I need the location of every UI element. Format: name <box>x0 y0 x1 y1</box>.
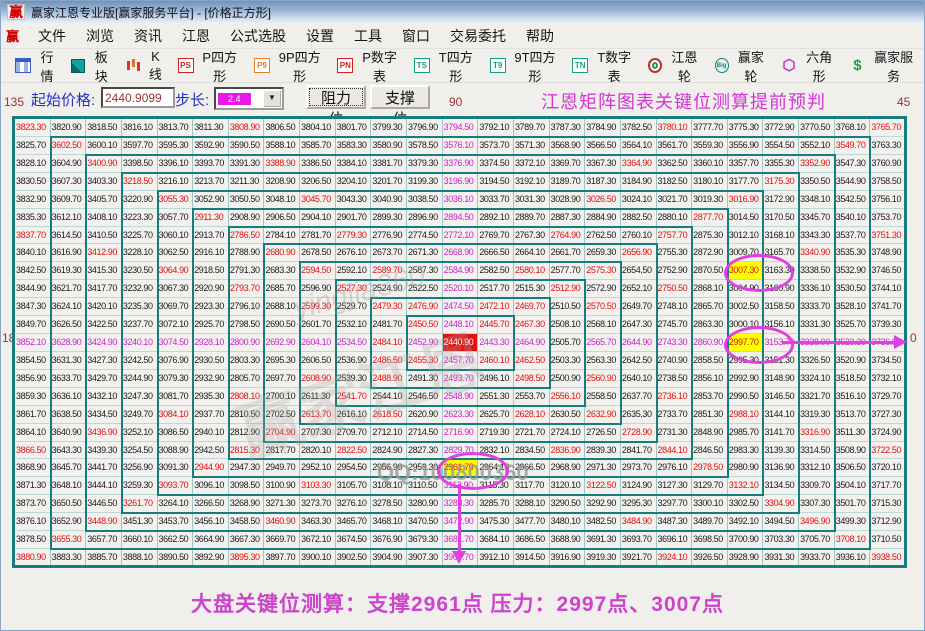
toolbar-button-11[interactable]: ⬡ 六角形 <box>775 44 843 88</box>
toolbar-button-label: T四方形 <box>438 49 473 84</box>
toolbar-button-4[interactable]: P9 9P四方形 <box>248 44 331 88</box>
toolbar-button-label: 六角形 <box>806 49 833 84</box>
box-red-icon: PS <box>177 58 194 73</box>
hex-icon: ⬡ <box>782 57 796 74</box>
degree-label-0: 0 <box>910 331 917 345</box>
toolbar-button-9[interactable]: 江恩轮 <box>642 44 708 88</box>
box-red-icon: PN <box>337 58 354 73</box>
toolbar-button-1[interactable]: 板块 <box>65 44 119 88</box>
toolbar-button-label: 9T四方形 <box>514 49 556 84</box>
step-label: 步长: <box>175 92 210 109</box>
key-levels-status-text: 大盘关键位测算：支撑2961点 压力：2997点、3007点 <box>191 593 724 616</box>
toolbar: 行情 板块 K线 PS P四方形 P9 9P四方形 PN P数字表 TS T四方形 T9 9T四方形 TN… <box>1 46 924 86</box>
header-note: 江恩矩阵图表关键位测算提前预判 <box>541 92 826 112</box>
box-orange-icon: P9 <box>254 58 271 73</box>
box-teal-icon: TN <box>572 58 589 73</box>
toolbar-button-label: 行情 <box>40 49 54 84</box>
app-window: 赢 赢家江恩专业版[赢家服务平台] - [价格正方形] 赢 文件 浏览 资讯 江恩 公式… <box>0 0 925 631</box>
status-bar: 大盘关键位测算：支撑2961点 压力：2997点、3007点 <box>1 570 924 630</box>
bigwheel-icon: Big <box>714 58 729 73</box>
wheel-icon <box>648 58 663 73</box>
degree-label-45: 45 <box>897 95 911 109</box>
toolbar-button-10[interactable]: Big 赢家轮 <box>709 44 775 88</box>
title-bar: 赢 赢家江恩专业版[赢家服务平台] - [价格正方形] <box>1 1 924 23</box>
app-logo-icon: 赢 <box>7 4 25 20</box>
toolbar-button-3[interactable]: PS P四方形 <box>172 44 249 88</box>
grid-outer-border <box>12 116 907 568</box>
step-selected-value: 2.4 <box>218 92 251 105</box>
toolbar-button-2[interactable]: K线 <box>119 46 171 86</box>
toolbar-button-label: P四方形 <box>202 49 238 84</box>
toolbar-button-5[interactable]: PN P数字表 <box>331 44 408 88</box>
toolbar-button-label: 板块 <box>94 49 108 84</box>
toolbar-button-label: 9P四方形 <box>278 49 321 84</box>
start-price-input[interactable] <box>101 87 175 108</box>
toolbar-button-12[interactable]: $ 赢家服务 <box>843 44 924 88</box>
support-button[interactable]: 支撑位 <box>370 85 430 128</box>
toolbar-button-label: 江恩轮 <box>671 49 698 84</box>
dollar-icon: $ <box>853 57 862 74</box>
table-icon <box>15 58 31 73</box>
toolbar-button-label: K线 <box>148 48 162 82</box>
controls-bar: 135 起始价格: 步长: 2.4 ▼ 阻力位 支撑位 90 江恩矩阵图表关键位… <box>1 83 924 128</box>
window-title: 赢家江恩专业版[赢家服务平台] - [价格正方形] <box>31 5 272 20</box>
toolbar-button-label: P数字表 <box>362 49 397 84</box>
toolbar-button-label: T数字表 <box>597 49 632 84</box>
resistance-button[interactable]: 阻力位 <box>306 85 366 128</box>
box-teal-icon: TS <box>413 58 430 73</box>
toolbar-button-8[interactable]: TN T数字表 <box>566 44 642 88</box>
start-price-label: 起始价格: <box>31 92 96 109</box>
toolbar-button-6[interactable]: TS T四方形 <box>408 44 484 88</box>
box-teal-icon: T9 <box>489 58 506 73</box>
toolbar-button-7[interactable]: T9 9T四方形 <box>484 44 567 88</box>
gann-square-grid: 3823.30 3820.90 3818.50 3816.10 3813.70 3811.… <box>12 116 909 570</box>
child-window-icon: 赢 <box>6 29 20 44</box>
menu-item-2[interactable]: 资讯 <box>125 24 171 48</box>
candle-icon <box>125 58 141 73</box>
degree-label-135: 135 <box>4 95 25 109</box>
chevron-down-icon[interactable]: ▼ <box>263 90 281 107</box>
degree-label-90: 90 <box>449 95 463 109</box>
step-dropdown[interactable]: 2.4 ▼ <box>214 87 284 110</box>
toolbar-button-label: 赢家服务 <box>874 49 914 84</box>
blocks-icon <box>71 58 86 73</box>
toolbar-button-label: 赢家轮 <box>737 49 764 84</box>
toolbar-button-0[interactable]: 行情 <box>9 44 65 88</box>
